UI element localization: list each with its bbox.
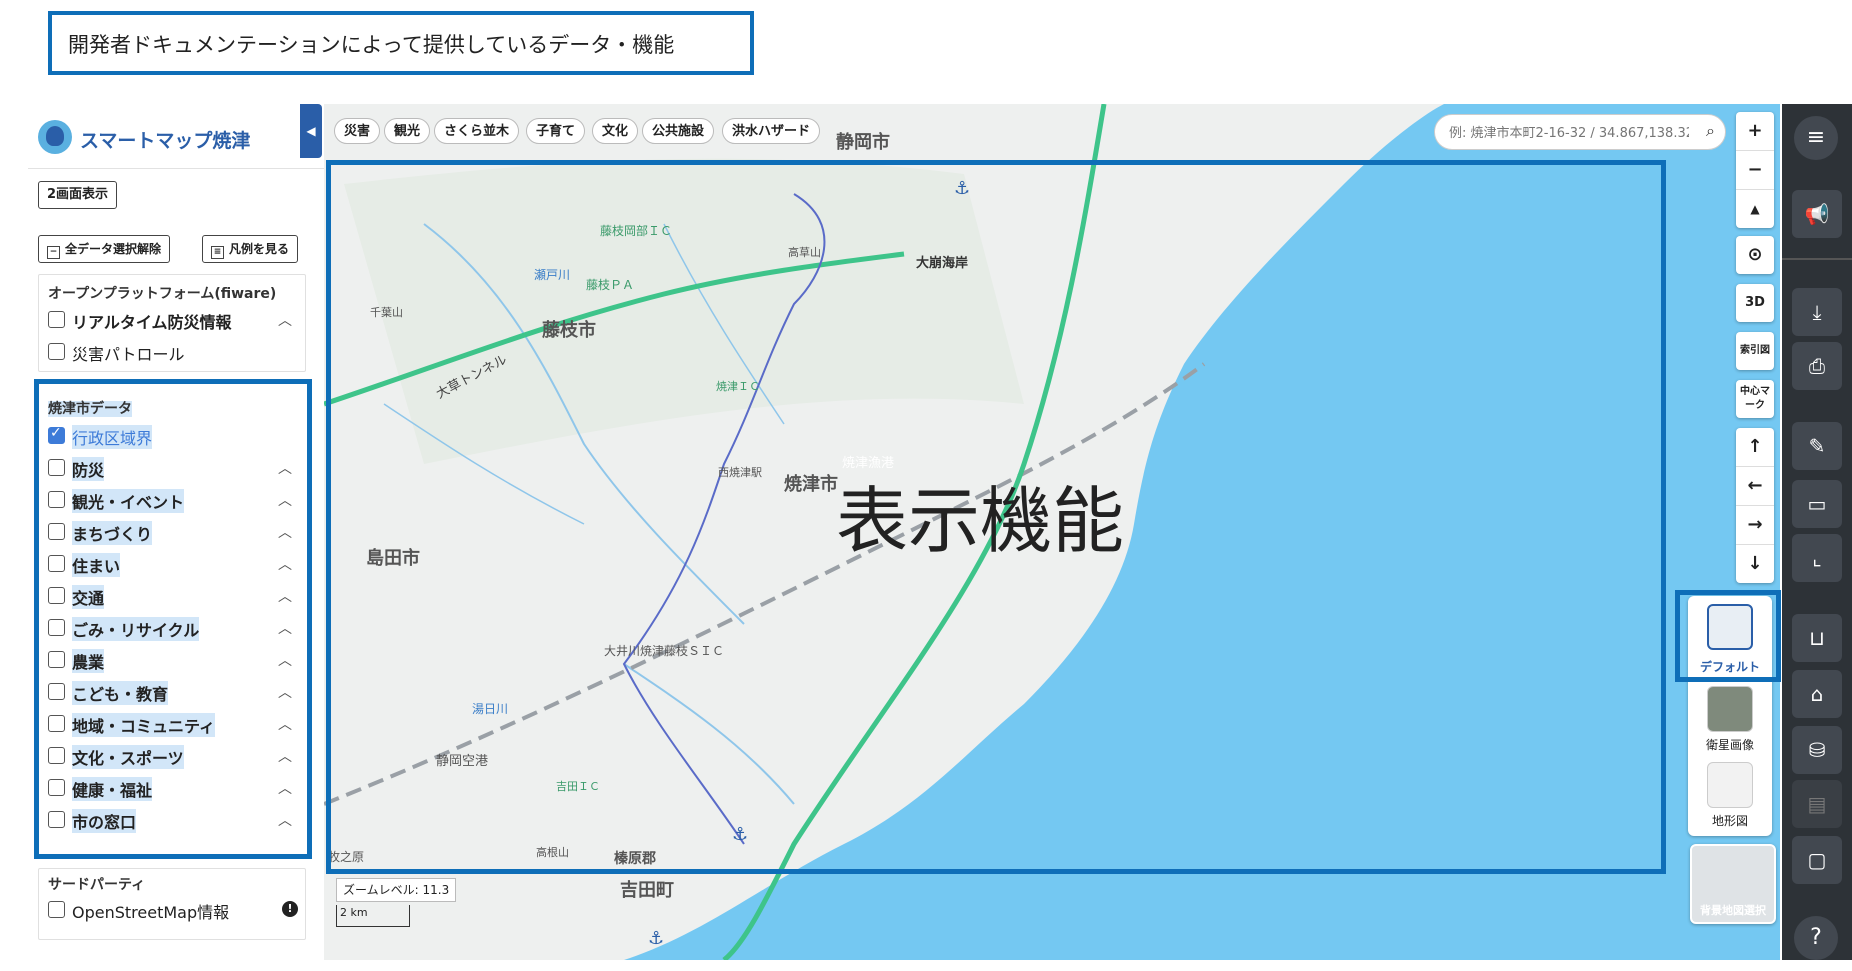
checkbox-label: リアルタイム防災情報 [72,313,232,332]
book-icon[interactable]: ⊔ [1792,614,1842,662]
zoom-out-button[interactable]: − [1736,151,1774,190]
pan-right-button[interactable]: → [1736,506,1774,545]
print-icon[interactable]: ⎙ [1792,342,1842,390]
fiware-item-disaster-patrol[interactable]: 災害パトロール [48,340,298,364]
deselect-all-button[interactable]: − 全データ選択解除 [38,235,171,263]
zoom-in-button[interactable]: + [1736,112,1774,151]
download-icon[interactable]: ⤓ [1792,288,1842,336]
basemap-highlight-box [1675,590,1781,682]
ruler-icon[interactable]: ▭ [1792,480,1842,528]
toolbar-divider [1782,258,1852,260]
osm-item[interactable]: OpenStreetMap情報 ! [48,898,302,922]
show-legend-button[interactable]: ≡ 凡例を見る [202,235,299,263]
fiware-group-title: オープンプラットフォーム(fiware) [48,286,277,302]
pan-down-button[interactable]: ↓ [1736,545,1774,583]
collapse-panel-button[interactable]: ◀ [300,104,322,158]
app-logo-icon [38,120,72,154]
display-feature-label: 表示機能 [836,479,1125,563]
minus-box-icon: − [47,246,60,259]
zoom-level-badge: ズームレベル: 11.3 [336,878,457,902]
info-icon[interactable]: ! [282,901,298,917]
draw-pen-icon[interactable]: ✎ [1792,422,1842,470]
zoom-controls: + − ▲ [1736,112,1774,228]
search-icon[interactable]: ⌕ [1706,121,1715,141]
deselect-all-label: 全データ選択解除 [65,242,162,256]
basemap-satellite-thumb[interactable] [1707,686,1753,732]
database-icon[interactable]: ⛁ [1792,726,1842,774]
yaizu-data-highlight-box [34,379,312,859]
help-icon[interactable]: ? [1794,916,1838,960]
checkbox-label: OpenStreetMap情報 [72,903,230,922]
third-party-title: サードパーティ [48,877,146,893]
background-map-select-label: 背景地図選択 [1700,904,1766,917]
index-map-button[interactable]: 索引図 [1736,332,1774,370]
chip-disaster[interactable]: 災害 [334,118,381,144]
chevron-up-icon[interactable]: ︿ [278,310,292,330]
chip-public-facilities[interactable]: 公共施設 [642,118,715,144]
app-title: スマートマップ焼津 [80,130,251,152]
map-label-yoshida: 吉田町 [620,880,674,901]
chip-culture[interactable]: 文化 [592,118,639,144]
compass-icon[interactable]: ▲ [1736,190,1774,228]
checkbox[interactable] [48,901,65,918]
map-label-shizuoka: 静岡市 [836,132,890,153]
basemap-terrain-thumb[interactable] [1707,762,1753,808]
chip-tourism[interactable]: 観光 [384,118,431,144]
menu-icon[interactable]: ≡ [1794,116,1838,160]
document-icon[interactable]: ▢ [1792,836,1842,884]
fiware-item-realtime-disaster[interactable]: リアルタイム防災情報 ︿ [48,308,298,332]
checkbox[interactable] [48,343,65,360]
chip-flood-hazard[interactable]: 洪水ハザード [722,118,821,144]
caption-text: 開発者ドキュメンテーションによって提供しているデータ・機能 [68,33,675,57]
pan-up-button[interactable]: ↑ [1736,428,1774,467]
pan-controls: ↑ ← → ↓ [1736,428,1774,583]
chip-childcare[interactable]: 子育て [526,118,586,144]
center-mark-button[interactable]: 中心マーク [1736,380,1774,418]
checkbox-label: 災害パトロール [72,345,185,364]
home-icon[interactable]: ⌂ [1792,670,1842,718]
dual-view-button[interactable]: 2画面表示 [38,181,118,209]
caption-box: 開発者ドキュメンテーションによって提供しているデータ・機能 [48,11,754,75]
area-measure-icon[interactable]: ⌞ [1792,534,1842,582]
list-icon: ≡ [211,246,224,259]
basemap-terrain-label[interactable]: 地形図 [1688,812,1772,829]
disabled-tool-icon: ▤ [1792,780,1842,828]
chip-sakura[interactable]: さくら並木 [434,118,520,144]
app-header: スマートマップ焼津 [28,104,324,169]
locate-button[interactable]: ⊙ [1736,236,1774,274]
megaphone-icon[interactable]: 📢 [1792,190,1842,238]
address-search[interactable]: ⌕ [1434,114,1726,150]
3d-button[interactable]: 3D [1736,284,1774,322]
checkbox[interactable] [48,311,65,328]
show-legend-label: 凡例を見る [229,242,290,256]
search-input[interactable] [1447,121,1691,145]
basemap-satellite-label[interactable]: 衛星画像 [1688,736,1772,753]
svg-text:⚓: ⚓ [648,928,664,949]
scale-bar: 2 km [336,905,410,927]
pan-left-button[interactable]: ← [1736,467,1774,506]
background-map-select-button[interactable]: 背景地図選択 [1690,844,1776,924]
